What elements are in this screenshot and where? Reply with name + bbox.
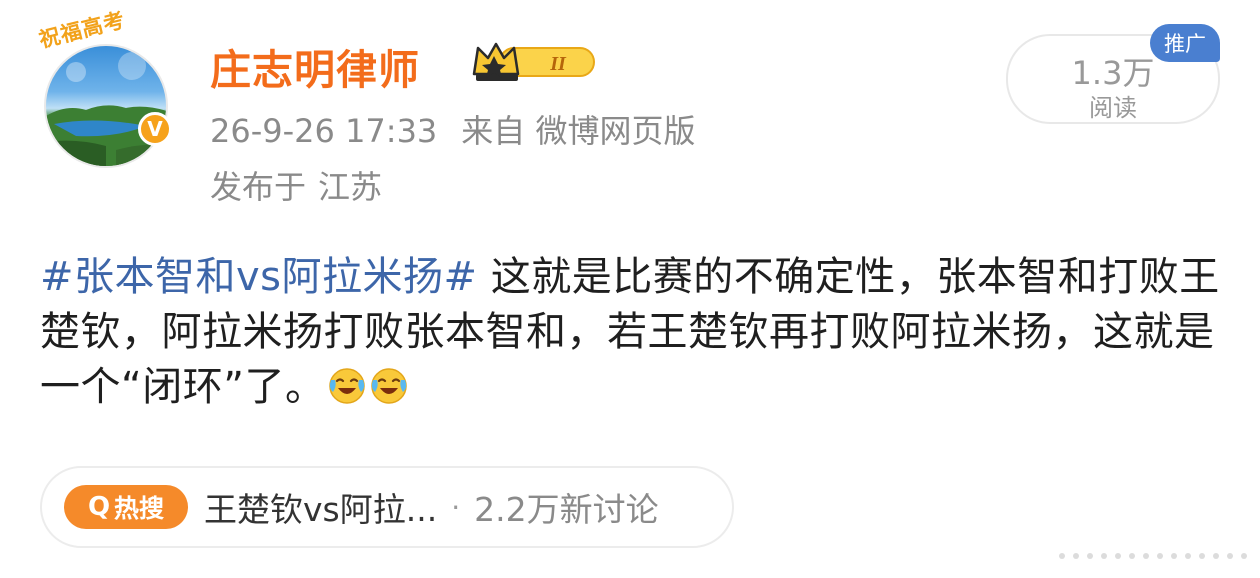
location-prefix: 发布于: [210, 168, 307, 206]
post-location: 发布于 江苏: [210, 162, 382, 208]
verified-badge-icon: V: [138, 112, 172, 146]
author-name[interactable]: 庄志明律师: [210, 36, 420, 96]
promote-button[interactable]: 推广: [1150, 24, 1220, 62]
hot-search-card[interactable]: Q 热搜 王楚钦vs阿拉... · 2.2万新讨论: [40, 466, 734, 548]
location-value: 江苏: [318, 168, 383, 206]
vip-level-label: II: [549, 53, 567, 75]
dot-pattern-decoration: [1059, 553, 1247, 559]
vip-crown-badge-icon[interactable]: II: [470, 38, 598, 84]
laughing-crying-emoji-icon: [371, 368, 408, 404]
lake-landscape-icon: [46, 52, 166, 166]
search-icon: Q: [87, 492, 111, 522]
laughing-crying-emoji-icon: [329, 368, 366, 404]
avatar-image[interactable]: [44, 44, 168, 168]
post-content: #张本智和vs阿拉米扬# 这就是比赛的不确定性，张本智和打败王楚钦，阿拉米扬打败…: [40, 250, 1230, 415]
hashtag-link[interactable]: #张本智和vs阿拉米扬#: [40, 254, 478, 300]
post-meta: 26-9-26 17:33 来自 微博网页版: [210, 106, 695, 152]
hot-search-title[interactable]: 王楚钦vs阿拉...: [204, 483, 437, 531]
hot-search-discussion-count: 2.2万新讨论: [474, 490, 659, 529]
author-avatar[interactable]: 祝福高考 V: [34, 8, 184, 168]
hot-search-separator: ·: [451, 490, 461, 524]
hot-search-badge-label: 热搜: [114, 494, 165, 523]
read-label: 阅读: [1089, 94, 1137, 122]
post-time[interactable]: 26-9-26 17:33: [210, 112, 437, 150]
post-source: 来自 微博网页版: [461, 112, 696, 150]
hot-search-badge: Q 热搜: [64, 485, 188, 529]
